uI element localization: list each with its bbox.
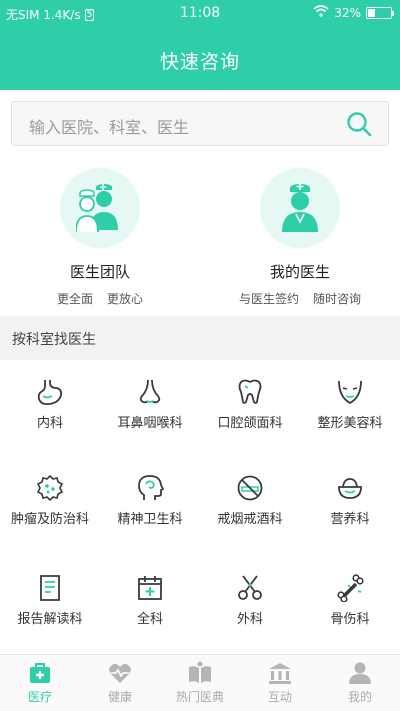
tumor-icon xyxy=(36,474,64,502)
doctor-team-icon[interactable] xyxy=(60,168,140,248)
tab-interaction[interactable]: 互动 xyxy=(240,655,320,711)
dept-item[interactable]: 外科 xyxy=(200,556,300,654)
dept-item[interactable]: 口腔颌面科 xyxy=(200,360,300,458)
dept-label: 戒烟戒酒科 xyxy=(217,512,283,527)
dept-item[interactable]: 全科 xyxy=(100,556,200,654)
battery-percent: 32% xyxy=(334,5,361,20)
tab-label: 我的 xyxy=(347,690,372,704)
dept-item[interactable]: 精神卫生科 xyxy=(100,456,200,554)
dept-label: 肿瘤及防治科 xyxy=(10,512,89,527)
wifi-icon xyxy=(313,5,329,20)
tab-encyclopedia[interactable]: 热门医典 xyxy=(160,655,240,711)
app-header: 无SIM 1.4K/s 5 11:08 32% 快速咨询 xyxy=(0,0,400,90)
battery-icon xyxy=(366,6,394,19)
bowl-icon xyxy=(338,478,362,499)
service-name: 医生团队 xyxy=(69,263,130,281)
search-icon[interactable] xyxy=(346,111,372,137)
face-icon xyxy=(338,380,362,405)
dept-label: 精神卫生科 xyxy=(117,512,183,527)
tab-health[interactable]: 健康 xyxy=(80,655,160,711)
service-sub: 更全面 xyxy=(56,292,93,306)
dept-item[interactable]: 整形美容科 xyxy=(300,360,400,458)
dept-label: 全科 xyxy=(136,612,163,627)
book-icon xyxy=(189,661,211,683)
user-icon xyxy=(349,662,371,684)
building-icon xyxy=(269,663,291,684)
dept-item[interactable]: 耳鼻咽喉科 xyxy=(100,360,200,458)
dept-label: 骨伤科 xyxy=(330,612,370,627)
tab-medical[interactable]: 医疗 xyxy=(0,655,80,711)
head-icon xyxy=(138,475,164,500)
dept-label: 外科 xyxy=(236,612,263,627)
service-my-doctor[interactable]: 我的医生 与医生签约 随时咨询 xyxy=(200,168,400,307)
dept-item[interactable]: 营养科 xyxy=(300,456,400,554)
dept-label: 口腔颌面科 xyxy=(217,416,283,431)
search-bar[interactable]: 输入医院、科室、医生 xyxy=(11,101,389,146)
section-title: 按科室找医生 xyxy=(12,332,96,348)
scissors-icon xyxy=(238,575,262,600)
tab-label: 健康 xyxy=(107,690,132,704)
section-header: 按科室找医生 xyxy=(0,316,400,360)
nose-icon xyxy=(139,379,161,404)
dept-item[interactable]: 内科 xyxy=(0,360,100,458)
search-input[interactable]: 输入医院、科室、医生 xyxy=(29,114,189,138)
tooth-icon xyxy=(238,379,262,404)
service-doctor-team[interactable]: 医生团队 更全面 更放心 xyxy=(0,168,200,307)
report-icon xyxy=(40,575,60,601)
my-doctor-icon[interactable] xyxy=(260,168,340,248)
tab-label: 互动 xyxy=(267,690,292,704)
stomach-icon xyxy=(37,380,63,406)
dept-label: 整形美容科 xyxy=(317,416,383,431)
department-grid: 内科 耳鼻咽喉科 口腔颌面科 整形美容科 肿瘤及防治科 精神卫生科 戒烟戒酒科 … xyxy=(0,360,400,654)
tab-mine[interactable]: 我的 xyxy=(320,655,400,711)
calendar-plus-icon xyxy=(138,576,162,600)
dept-label: 耳鼻咽喉科 xyxy=(117,416,183,431)
dept-item[interactable]: 戒烟戒酒科 xyxy=(200,456,300,554)
tab-label: 热门医典 xyxy=(175,690,224,704)
status-bar: 无SIM 1.4K/s 5 11:08 32% xyxy=(0,0,400,28)
service-sub: 更放心 xyxy=(107,292,144,306)
dept-label: 内科 xyxy=(36,416,63,431)
dept-item[interactable]: 报告解读科 xyxy=(0,556,100,654)
page-title: 快速咨询 xyxy=(159,51,240,73)
bone-icon xyxy=(337,574,364,602)
service-sub: 与医生签约 xyxy=(238,292,299,306)
service-name: 我的医生 xyxy=(269,263,330,281)
bottom-tab-bar: 医疗 健康 热门医典 互动 我的 xyxy=(0,654,400,711)
service-sub: 随时咨询 xyxy=(313,292,362,306)
tab-label: 医疗 xyxy=(27,690,52,704)
dept-item[interactable]: 骨伤科 xyxy=(300,556,400,654)
heart-pulse-icon xyxy=(109,663,131,683)
dept-label: 营养科 xyxy=(330,512,370,527)
medical-kit-icon xyxy=(30,663,50,683)
dept-label: 报告解读科 xyxy=(17,612,83,627)
dept-item[interactable]: 肿瘤及防治科 xyxy=(0,456,100,554)
no-smoking-icon xyxy=(237,475,263,501)
